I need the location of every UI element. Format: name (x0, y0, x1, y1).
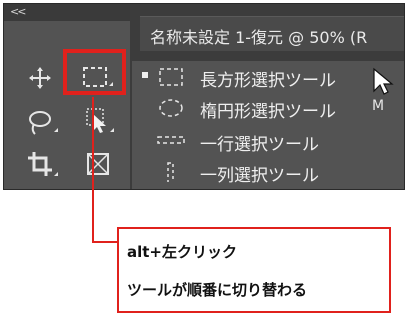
lasso-icon (29, 111, 58, 135)
move-icon (29, 67, 51, 89)
menu-item-label: 長方形選択ツール (200, 71, 336, 91)
crop-icon (28, 152, 58, 176)
document-tab[interactable]: 名称未設定 1-復元 @ 50% (R (140, 16, 404, 51)
callout-connector-horizontal (92, 241, 118, 243)
single-column-marquee-icon (167, 162, 174, 182)
collapse-panel-icon[interactable]: << (10, 5, 27, 18)
active-bullet-icon (142, 72, 148, 78)
lasso-tool[interactable] (26, 108, 58, 136)
tools-panel-header: << (4, 4, 130, 21)
menu-item-label: 楕円形選択ツール (200, 102, 336, 122)
menu-item-single-row-marquee[interactable]: 一行選択ツール (132, 129, 404, 155)
document-title: 名称未設定 1-復元 @ 50% (R (150, 28, 368, 47)
object-select-tool[interactable] (84, 106, 114, 134)
marquee-flyout-menu: 長方形選択ツール M 楕円形選択ツール M 一行選択ツール 一列選択ツール (132, 61, 404, 189)
marquee-tool-highlight-box (63, 49, 126, 95)
rectangular-marquee-icon (159, 68, 183, 86)
menu-item-label: 一列選択ツール (200, 166, 319, 186)
menu-item-rectangular-marquee[interactable]: 長方形選択ツール M (132, 65, 404, 91)
frame-icon (87, 153, 109, 175)
photoshop-screenshot: << 名称未設定 1-復元 @ 50% (R 長方形選択ツール 楕円形選択ツール… (3, 3, 405, 190)
document-tab-bar: 名称未設定 1-復元 @ 50% (R (130, 4, 404, 58)
mouse-cursor-icon (373, 67, 394, 95)
menu-item-single-column-marquee[interactable]: 一列選択ツール (132, 160, 404, 186)
object-select-icon (86, 108, 114, 133)
elliptical-marquee-icon (159, 99, 183, 117)
menu-item-label: 一行選択ツール (200, 135, 319, 155)
crop-tool[interactable] (26, 150, 58, 178)
tools-panel: << (4, 4, 130, 189)
callout-connector-vertical (92, 97, 94, 242)
menu-item-elliptical-marquee[interactable]: 楕円形選択ツール M (132, 96, 404, 122)
callout-text-shortcut: alt+左クリック (127, 243, 238, 261)
callout-text-description: ツールが順番に切り替わる (127, 281, 308, 299)
single-row-marquee-icon (157, 136, 185, 144)
frame-tool[interactable] (84, 150, 112, 178)
menu-item-shortcut: M (372, 98, 385, 114)
annotation-callout: alt+左クリック ツールが順番に切り替わる (117, 227, 391, 313)
move-tool[interactable] (26, 64, 54, 92)
